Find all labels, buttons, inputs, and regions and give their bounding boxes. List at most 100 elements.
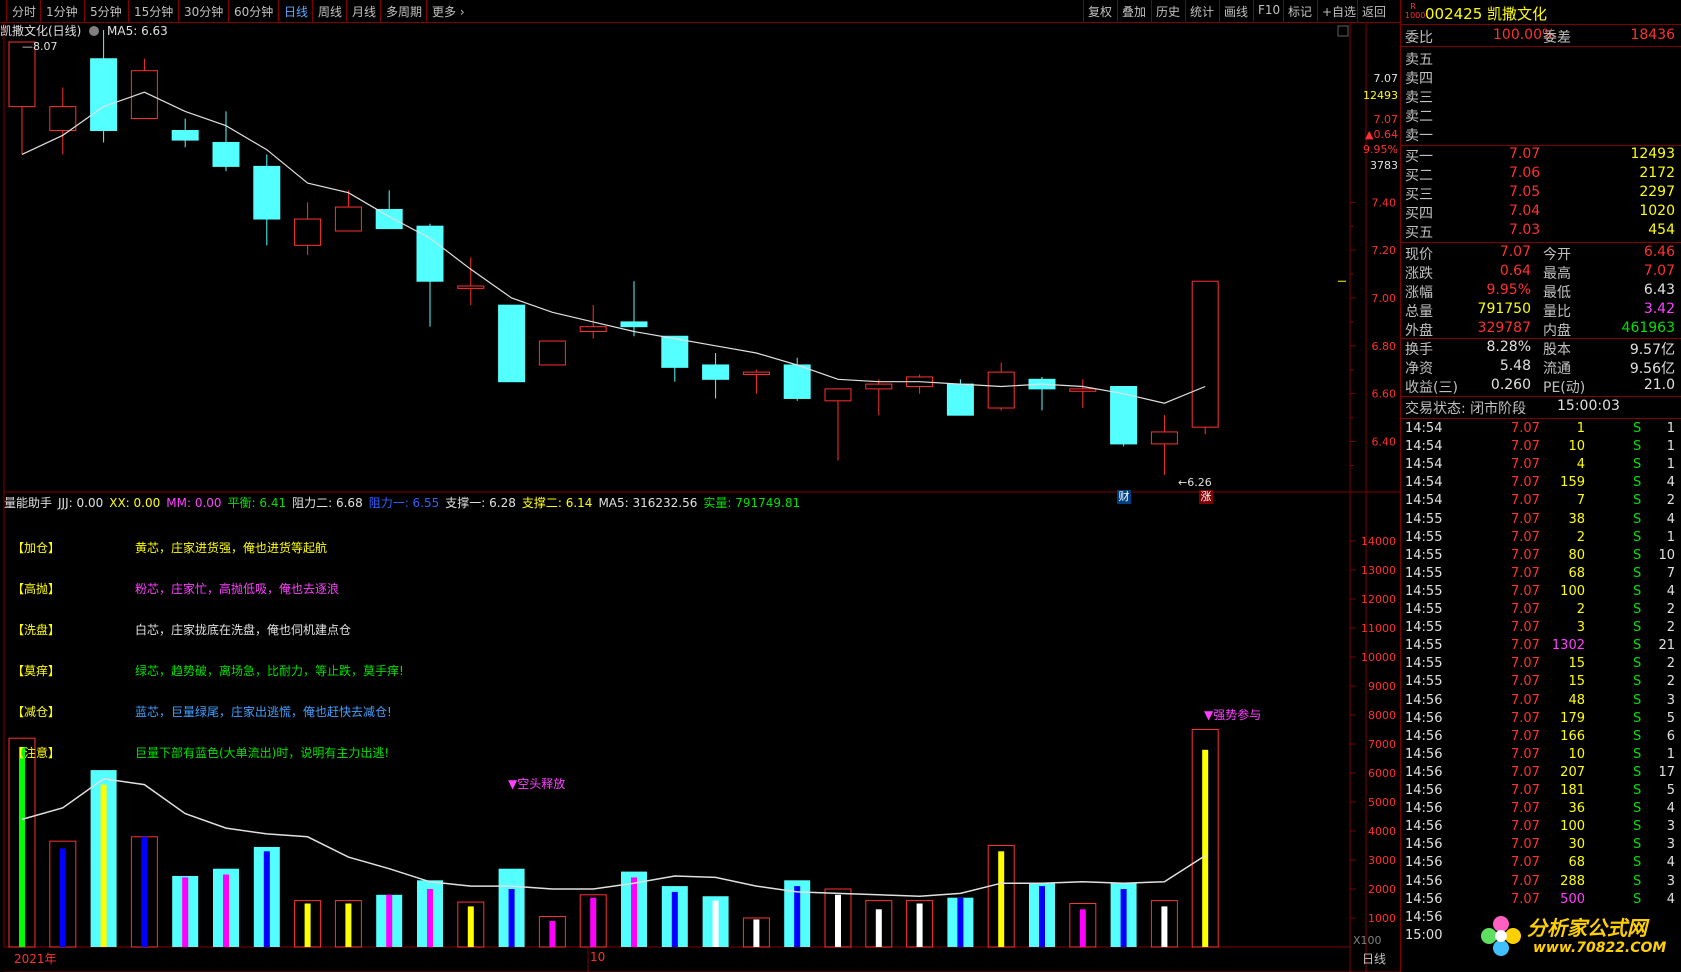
volume-core-bar [345, 903, 352, 947]
volume-tick-label: 10000 [1361, 651, 1396, 664]
period-tab-2[interactable]: 5分钟 [90, 3, 122, 20]
period-tab-5[interactable]: 60分钟 [234, 3, 273, 20]
tool-button-4[interactable]: 画线 [1224, 3, 1248, 20]
buy-row[interactable]: 买一 7.07 12493 [1405, 146, 1677, 165]
buy-row[interactable]: 买四 7.04 1020 [1405, 203, 1677, 222]
candle-body[interactable] [987, 371, 1015, 409]
buy-volume: 12493 [1630, 146, 1675, 162]
buy-price: 7.07 [1509, 146, 1541, 162]
price-tick-label: 7.40 [1372, 196, 1397, 209]
candle-body[interactable] [457, 285, 485, 289]
tool-button-0[interactable]: 复权 [1088, 3, 1112, 20]
circle-icon[interactable] [89, 26, 100, 36]
tool-button-3[interactable]: 统计 [1190, 3, 1214, 20]
sell-row[interactable]: 卖五 [1405, 49, 1677, 68]
candle-body[interactable] [1069, 388, 1097, 392]
volume-core-bar [1079, 909, 1086, 947]
tick-row: 14:55 7.07 68 S 7 [1405, 565, 1675, 581]
period-tab-4[interactable]: 30分钟 [184, 3, 223, 20]
brand-url: www.70822.COM [1533, 940, 1667, 956]
candle-body[interactable] [783, 364, 811, 399]
badge-zhang[interactable]: 涨 [1199, 490, 1213, 504]
stat-row: 现价 7.07 今开 6.46 [1405, 244, 1675, 263]
tick-row: 14:56 7.07 207 S 17 [1405, 764, 1675, 780]
candle-body[interactable] [334, 206, 362, 232]
candle-body[interactable] [49, 106, 77, 132]
tick-row: 14:54 7.07 10 S 1 [1405, 439, 1675, 455]
period-toolbar: 分时 1分钟 5分钟 15分钟 30分钟 60分钟 日线 周线 月线 多周期 更多 › 复权 叠加 历史统… [0, 0, 1400, 23]
max-price-marker: —8.07 [22, 40, 58, 53]
tool-button-7[interactable]: +自选 [1322, 3, 1356, 20]
sell-row[interactable]: 卖一 [1405, 125, 1677, 144]
stock-code: 002425 [1425, 5, 1483, 23]
candle-body[interactable] [702, 364, 730, 380]
period-tab-0[interactable]: 分时 [12, 3, 36, 20]
candle-body[interactable] [620, 321, 648, 328]
buy-label: 买五 [1405, 225, 1433, 241]
tool-button-5[interactable]: F10 [1258, 3, 1280, 17]
candle-body[interactable] [865, 383, 893, 390]
candle-body[interactable] [824, 388, 852, 402]
axis-quote-item: 9.95% [1363, 143, 1398, 156]
volume-core-bar [590, 897, 597, 947]
tick-row: 14:56 7.07 179 S 5 [1405, 710, 1675, 726]
tool-button-6[interactable]: 标记 [1288, 3, 1312, 20]
period-tab-8[interactable]: 月线 [352, 3, 376, 20]
note-label: 【高抛】 [12, 582, 61, 596]
candle-body[interactable] [579, 326, 607, 332]
period-tab-9[interactable]: 多周期 [386, 3, 422, 20]
tool-button-1[interactable]: 叠加 [1122, 3, 1146, 20]
note-text: 白芯，庄家拢底在洗盘，俺也伺机建点仓 [135, 623, 352, 637]
candle-body[interactable] [538, 340, 566, 366]
badge-cai[interactable]: 财 [1117, 490, 1131, 504]
candle-body[interactable] [742, 371, 770, 376]
candle-body[interactable] [294, 218, 322, 246]
stat2-row: 收益(三) 0.260 PE(动) 21.0 [1405, 377, 1675, 396]
axis-quote-item: 3783 [1370, 159, 1398, 172]
sell-row[interactable]: 卖四 [1405, 68, 1677, 87]
candle-body[interactable] [171, 130, 199, 141]
brand-logo: 分析家公式网 www.70822.COM [1479, 910, 1679, 962]
candle-body[interactable] [946, 383, 974, 416]
period-tab-1[interactable]: 1分钟 [46, 3, 78, 20]
indicator-legend: 量能助手 JJJ: 0.00 XX: 0.00 MM: 0.00 平衡: 6.41 阻力二… [4, 494, 806, 511]
period-tab-7[interactable]: 周线 [318, 3, 342, 20]
candle-body[interactable] [416, 225, 444, 282]
candle-body[interactable] [1191, 280, 1219, 428]
candle-body[interactable] [1150, 431, 1178, 445]
price-tick-label: 6.80 [1372, 340, 1397, 353]
volume-tick-label: 14000 [1361, 535, 1396, 548]
candle-body[interactable] [90, 58, 118, 132]
volume-core-bar [957, 897, 964, 947]
sell-row[interactable]: 卖三 [1405, 87, 1677, 106]
tick-row: 14:55 7.07 1302 S 21 [1405, 638, 1675, 654]
period-tab-10[interactable]: 更多 › [432, 3, 465, 20]
buy-price: 7.06 [1509, 165, 1541, 181]
tool-button-2[interactable]: 历史 [1156, 3, 1180, 20]
candle-body[interactable] [212, 141, 240, 167]
candle-body[interactable] [498, 304, 526, 383]
indicator-legend-item: MA5: 316232.56 [598, 496, 698, 510]
candle-body[interactable] [375, 208, 403, 230]
min-price-marker: ←6.26 [1178, 476, 1212, 489]
buy-row[interactable]: 买二 7.06 2172 [1405, 165, 1677, 184]
buy-label: 买一 [1405, 149, 1433, 165]
note-label: 【莫痒】 [12, 664, 61, 678]
sell-row[interactable]: 卖二 [1405, 106, 1677, 125]
buy-row[interactable]: 买五 7.03 454 [1405, 222, 1677, 241]
candle-body[interactable] [1110, 385, 1138, 445]
indicator-legend-item: 阻力一: 6.55 [368, 496, 440, 510]
period-tab-6[interactable]: 日线 [284, 3, 308, 20]
candle-body[interactable] [253, 165, 281, 220]
period-label[interactable]: 日线 [1362, 950, 1386, 967]
tick-row: 14:56 7.07 36 S 4 [1405, 801, 1675, 817]
buy-row[interactable]: 买三 7.05 2297 [1405, 184, 1677, 203]
volume-tick-label: 6000 [1368, 767, 1396, 780]
period-tab-3[interactable]: 15分钟 [134, 3, 173, 20]
tool-button-8[interactable]: 返回 [1362, 3, 1386, 20]
volume-ma5-line [21, 778, 1206, 898]
candle-body[interactable] [130, 70, 158, 120]
stat-row: 涨跌 0.64 最高 7.07 [1405, 263, 1675, 282]
candle-body[interactable] [661, 335, 689, 368]
volume-core-bar [998, 851, 1005, 947]
